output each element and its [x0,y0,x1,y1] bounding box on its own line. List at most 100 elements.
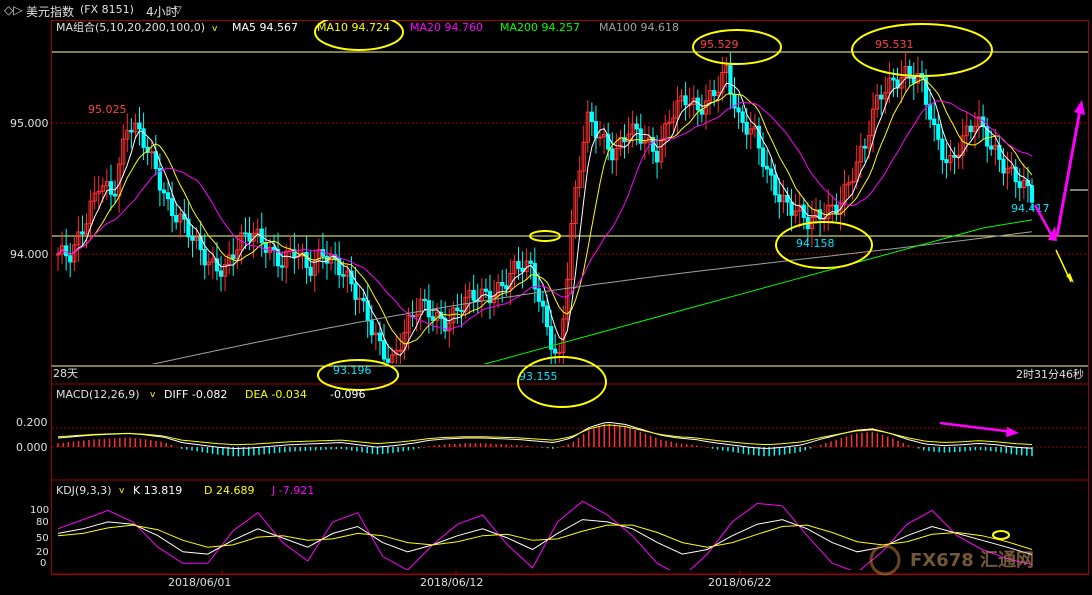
watermark-logo-icon [869,544,901,576]
candle-body [944,159,949,164]
ma-legend: MA组合(5,10,20,200,100,0) v MA5 94.567 MA1… [56,20,679,34]
candle-body [773,174,778,196]
macd-label[interactable]: MACD(12,26,9) [56,388,140,401]
candle-body [398,349,403,352]
instrument-title: 美元指数 [26,5,75,19]
candle-body [1001,158,1006,174]
nav-arrows-icon[interactable]: ◇▷ [4,3,22,17]
candle-body [1029,185,1035,203]
candle-body [165,192,171,200]
candle-body [353,283,358,300]
macd-diff: DIFF -0.082 [164,388,227,401]
candle-body [736,107,741,113]
candle-body [500,282,505,287]
chart-window: ◇▷ 美元指数 (FX 8151) 4小时 ▽ MA组合(5,10,20,200… [0,0,1092,595]
candle-body [940,138,945,161]
candle-body [422,298,427,302]
kdj-k-line [57,519,1033,556]
candle-body [280,265,285,268]
candle-body [149,151,154,154]
candle-body [536,288,541,302]
candle-body [426,300,431,318]
candle-body [928,103,933,120]
macd-dea: DEA -0.034 [245,388,307,401]
candle-body [597,136,603,139]
kdj-label[interactable]: KDJ(9,3,3) [56,484,112,497]
candle-body [589,111,594,123]
candle-body [683,95,688,106]
candle-body [386,358,391,363]
candle-body [936,124,941,140]
candle-body [381,340,387,360]
candle-body [932,118,937,126]
chart-area: MA组合(5,10,20,200,100,0) v MA5 94.567 MA1… [10,20,1089,589]
watermark: FX678 汇通网 [869,544,1034,576]
candle-body [557,351,562,354]
candle-body [989,145,994,150]
title-bar: ◇▷ 美元指数 (FX 8151) 4小时 ▽ [0,0,1092,20]
date-label-0612: 2018/06/12 [420,576,483,589]
kdj-axis: 100 80 50 20 0 [30,505,49,569]
moving-average-lines [57,75,1033,364]
candle-body [174,215,179,223]
kdj-axis-20: 20 [36,547,49,558]
ma-legend-label[interactable]: MA组合(5,10,20,200,100,0) [56,20,205,34]
candle-body [483,288,489,292]
macd-histogram [57,421,1033,457]
macd-chevron-icon[interactable]: v [150,390,156,400]
period-selector[interactable]: 4小时 [146,3,178,20]
macd-diff-line [57,421,1033,449]
candle-body [231,254,236,260]
date-label-0622: 2018/06/22 [708,576,771,589]
candle-body [740,111,745,123]
candle-body [108,181,114,195]
kdj-axis-100: 100 [30,505,49,516]
countdown-timer: 2时31分46秒 [1016,367,1084,381]
visible-range-label: 28天 [53,367,78,380]
ma-legend-chevron-icon[interactable]: v [212,24,218,34]
date-label-0601: 2018/06/01 [168,576,231,589]
candle-body [765,165,770,170]
kdj-j: J -7.921 [271,484,314,497]
drawn-arrows [939,100,1085,437]
candle-body [55,253,61,256]
candle-body [129,129,134,133]
candle-body [271,246,277,251]
candle-body [455,307,460,311]
ma200-legend: MA200 94.257 [500,21,580,34]
candle-body [654,150,660,163]
candle-body [320,249,325,257]
candle-body [728,65,733,95]
candle-body [430,316,436,321]
candle-body [68,255,73,263]
candle-body [553,348,558,354]
candle-body [760,147,766,167]
candle-body [634,123,639,130]
high-label-95531: 95.531 [875,38,914,51]
candle-body [532,262,537,290]
macd-axis-label-0000: 0.000 [16,441,48,454]
kdj-legend: KDJ(9,3,3) v K 13.819 D 24.689 J -7.921 [56,484,314,497]
candle-body [243,232,248,235]
candle-body [247,233,252,242]
candle-body [80,231,85,235]
kdj-axis-0: 0 [40,558,46,569]
high-label-95529: 95.529 [700,38,739,51]
kdj-chevron-icon[interactable]: v [119,486,125,496]
ma200-line [483,219,1033,364]
candle-body [112,193,118,197]
low-label-93196: 93.196 [333,364,372,377]
candle-body [777,194,782,203]
highlight-circles [314,20,1010,540]
candle-body [540,300,546,307]
last-price-label: 94.417 [1011,202,1050,215]
ma5-legend: MA5 94.567 [232,21,298,34]
candle-body [304,251,309,268]
candle-body [361,297,366,302]
watermark-text: FX678 汇通网 [910,550,1034,571]
candle-body [879,94,884,100]
low-label-93155: 93.155 [519,370,558,383]
chevron-down-icon[interactable]: ▽ [174,5,182,16]
candle-body [504,285,509,290]
candle-body [891,77,896,81]
